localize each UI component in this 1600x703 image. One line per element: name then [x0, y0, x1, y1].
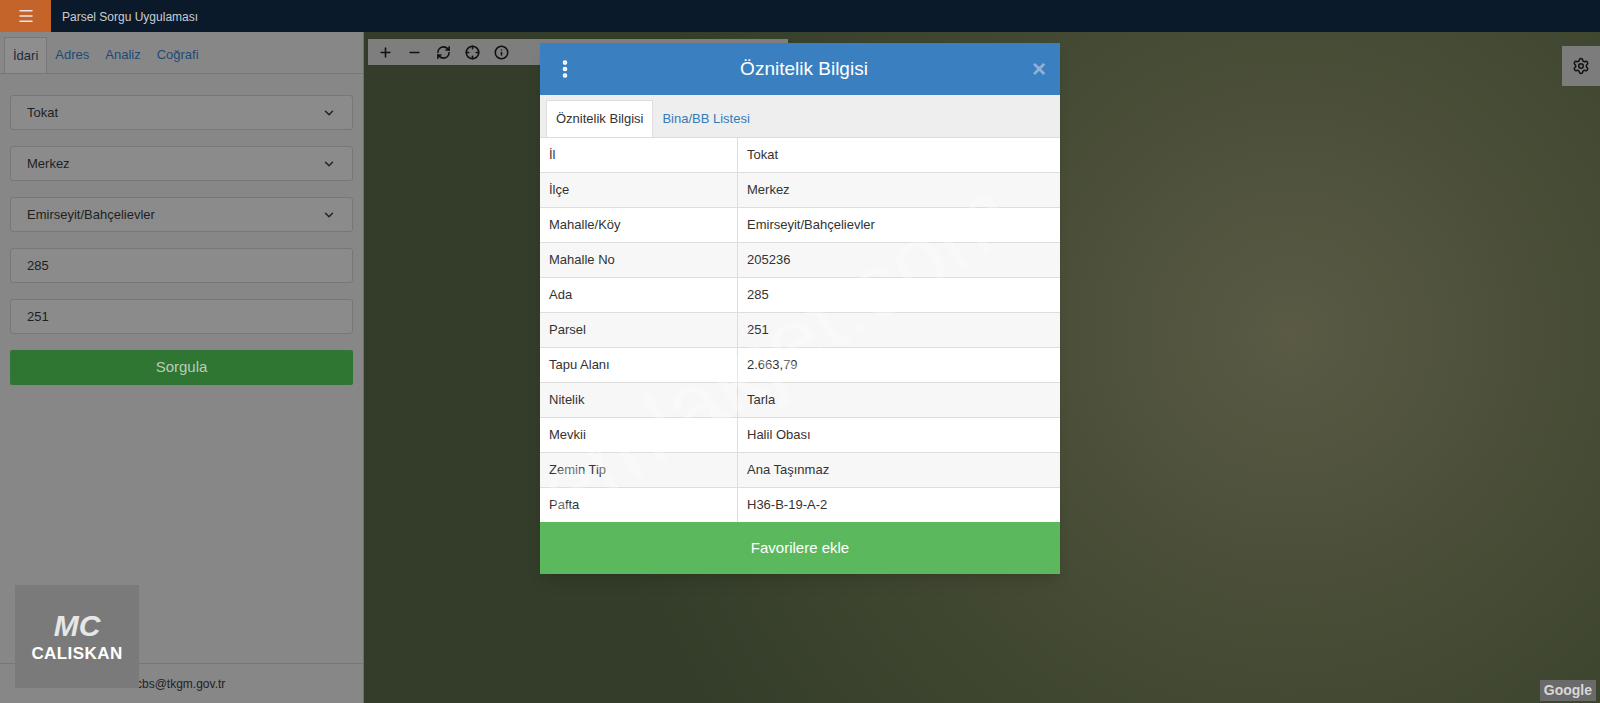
text-field[interactable]: 251	[10, 299, 353, 334]
dialog-tabs: Öznitelik BilgisiBina/BB Listesi	[540, 95, 1060, 137]
sidebar-tab[interactable]: Analiz	[97, 37, 148, 73]
watermark: emlakjet.com	[510, 146, 1040, 557]
map[interactable]: GoogleÖznitelik Bilgisi×Öznitelik Bilgis…	[364, 32, 1600, 703]
kebab-icon[interactable]	[554, 58, 576, 80]
info-icon[interactable]	[494, 45, 509, 60]
dialog-title: Öznitelik Bilgisi	[576, 55, 1032, 84]
attribute-table: İlTokatİlçeMerkezMahalle/KöyEmirseyit/Ba…	[540, 137, 1060, 522]
attribute-row: PaftaH36-B-19-A-2	[540, 487, 1060, 522]
sidebar-tab[interactable]: Adres	[47, 37, 97, 73]
app: Parsel Sorgu UygulamasıİdariAdresAnalizC…	[0, 0, 1600, 703]
attribute-row: Mahalle No205236	[540, 242, 1060, 277]
chevron-down-icon	[322, 106, 336, 120]
attribute-row: İlçeMerkez	[540, 172, 1060, 207]
attribute-row: NitelikTarla	[540, 382, 1060, 417]
add-favorites-button[interactable]: Favorilere ekle	[540, 522, 1060, 574]
attribute-row: Ada285	[540, 277, 1060, 312]
menu-button[interactable]	[0, 0, 51, 32]
logo: MC CALISKAN	[15, 585, 139, 688]
zoom-out-icon[interactable]	[407, 45, 422, 60]
select-field[interactable]: Tokat	[10, 95, 353, 130]
logo-name: CALISKAN	[31, 645, 122, 662]
chevron-down-icon	[322, 208, 336, 222]
attribute-row: İlTokat	[540, 137, 1060, 172]
attribute-row: Parsel251	[540, 312, 1060, 347]
dialog-tab[interactable]: Bina/BB Listesi	[653, 100, 758, 137]
attribute-row: MevkiiHalil Obası	[540, 417, 1060, 452]
select-field[interactable]: Merkez	[10, 146, 353, 181]
logo-mark: MC	[54, 611, 101, 641]
locate-icon[interactable]	[465, 45, 480, 60]
query-button[interactable]: Sorgula	[10, 350, 353, 385]
attribute-row: Zemin TipAna Taşınmaz	[540, 452, 1060, 487]
map-attribution: Google	[1540, 680, 1596, 701]
zoom-in-icon[interactable]	[378, 45, 393, 60]
gear-icon	[1572, 57, 1590, 75]
top-bar: Parsel Sorgu Uygulaması	[0, 0, 1600, 32]
sidebar-tab[interactable]: Coğrafi	[149, 37, 207, 73]
text-field[interactable]: 285	[10, 248, 353, 283]
attribute-row: Tapu Alanı2.663,79	[540, 347, 1060, 382]
dialog-tab[interactable]: Öznitelik Bilgisi	[546, 100, 653, 137]
attribute-row: Mahalle/KöyEmirseyit/Bahçelievler	[540, 207, 1060, 242]
sidebar-tabs: İdariAdresAnalizCoğrafi	[0, 32, 363, 74]
chevron-down-icon	[322, 157, 336, 171]
attribute-dialog: Öznitelik Bilgisi×Öznitelik BilgisiBina/…	[540, 43, 1060, 574]
menu-icon	[17, 7, 35, 25]
sidebar-tab[interactable]: İdari	[4, 37, 47, 73]
select-field[interactable]: Emirseyit/Bahçelievler	[10, 197, 353, 232]
refresh-icon[interactable]	[436, 45, 451, 60]
dialog-header: Öznitelik Bilgisi×	[540, 43, 1060, 95]
close-button[interactable]: ×	[1032, 57, 1046, 81]
settings-button[interactable]	[1562, 46, 1600, 86]
app-title: Parsel Sorgu Uygulaması	[51, 0, 198, 32]
